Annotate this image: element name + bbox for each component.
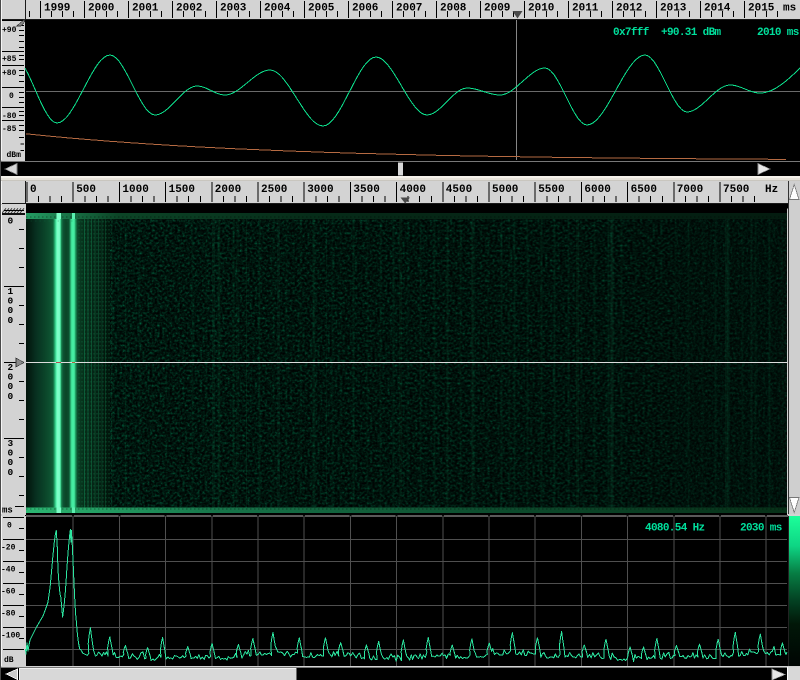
svg-text:0: 0	[8, 391, 14, 402]
svg-text:-85: -85	[2, 125, 17, 134]
svg-text:-20: -20	[1, 544, 16, 553]
svg-text:2009: 2009	[484, 3, 510, 15]
svg-text:+90: +90	[2, 26, 17, 35]
svg-text:0: 0	[8, 216, 14, 227]
svg-text:-40: -40	[1, 566, 16, 575]
svg-text:dB: dB	[4, 656, 14, 665]
svg-text:2002: 2002	[176, 3, 202, 15]
svg-text:2008: 2008	[440, 3, 467, 15]
svg-text:0x7fff: 0x7fff	[613, 27, 650, 39]
svg-text:2000: 2000	[88, 3, 114, 15]
svg-text:-80: -80	[2, 112, 17, 121]
svg-text:6000: 6000	[584, 184, 610, 196]
svg-text:-80: -80	[1, 610, 16, 619]
svg-text:ms: ms	[783, 3, 796, 15]
svg-text:1999: 1999	[44, 3, 70, 15]
svg-text:2006: 2006	[352, 3, 378, 15]
svg-text:2015: 2015	[748, 3, 775, 15]
svg-text:1500: 1500	[169, 184, 195, 196]
svg-text:2005: 2005	[308, 3, 335, 15]
svg-text:2012: 2012	[616, 3, 642, 15]
svg-text:-60: -60	[1, 588, 16, 597]
svg-text:7000: 7000	[677, 184, 703, 196]
svg-text:1000: 1000	[122, 184, 148, 196]
svg-text:2014: 2014	[704, 3, 731, 15]
svg-text:+90.31 dBm: +90.31 dBm	[661, 27, 722, 39]
svg-text:2030 ms: 2030 ms	[740, 523, 782, 535]
svg-text:2011: 2011	[572, 3, 599, 15]
svg-text:-100: -100	[1, 632, 20, 641]
svg-text:2013: 2013	[660, 3, 687, 15]
svg-text:2000: 2000	[215, 184, 241, 196]
svg-text:2004: 2004	[264, 3, 291, 15]
svg-text:0: 0	[7, 522, 12, 531]
svg-text:4500: 4500	[446, 184, 472, 196]
svg-text:3000: 3000	[307, 184, 333, 196]
svg-text:2010 ms: 2010 ms	[757, 27, 799, 39]
svg-text:0: 0	[30, 184, 37, 196]
svg-text:4000: 4000	[400, 184, 426, 196]
svg-text:+80: +80	[2, 69, 17, 78]
svg-text:0: 0	[9, 92, 14, 101]
svg-text:6500: 6500	[631, 184, 657, 196]
svg-text:2500: 2500	[261, 184, 287, 196]
svg-text:0: 0	[8, 467, 14, 478]
svg-text:0: 0	[8, 315, 14, 326]
svg-text:4080.54 Hz: 4080.54 Hz	[645, 523, 705, 535]
svg-text:5500: 5500	[538, 184, 564, 196]
svg-text:5000: 5000	[492, 184, 518, 196]
svg-text:+85: +85	[2, 55, 17, 64]
svg-text:dBm: dBm	[7, 151, 22, 160]
svg-text:2010: 2010	[528, 3, 554, 15]
svg-text:500: 500	[76, 184, 96, 196]
svg-text:Hz: Hz	[765, 184, 778, 196]
svg-text:7500: 7500	[723, 184, 749, 196]
svg-text:2001: 2001	[132, 3, 159, 15]
svg-text:2003: 2003	[220, 3, 247, 15]
svg-text:2007: 2007	[396, 3, 422, 15]
svg-text:3500: 3500	[353, 184, 379, 196]
